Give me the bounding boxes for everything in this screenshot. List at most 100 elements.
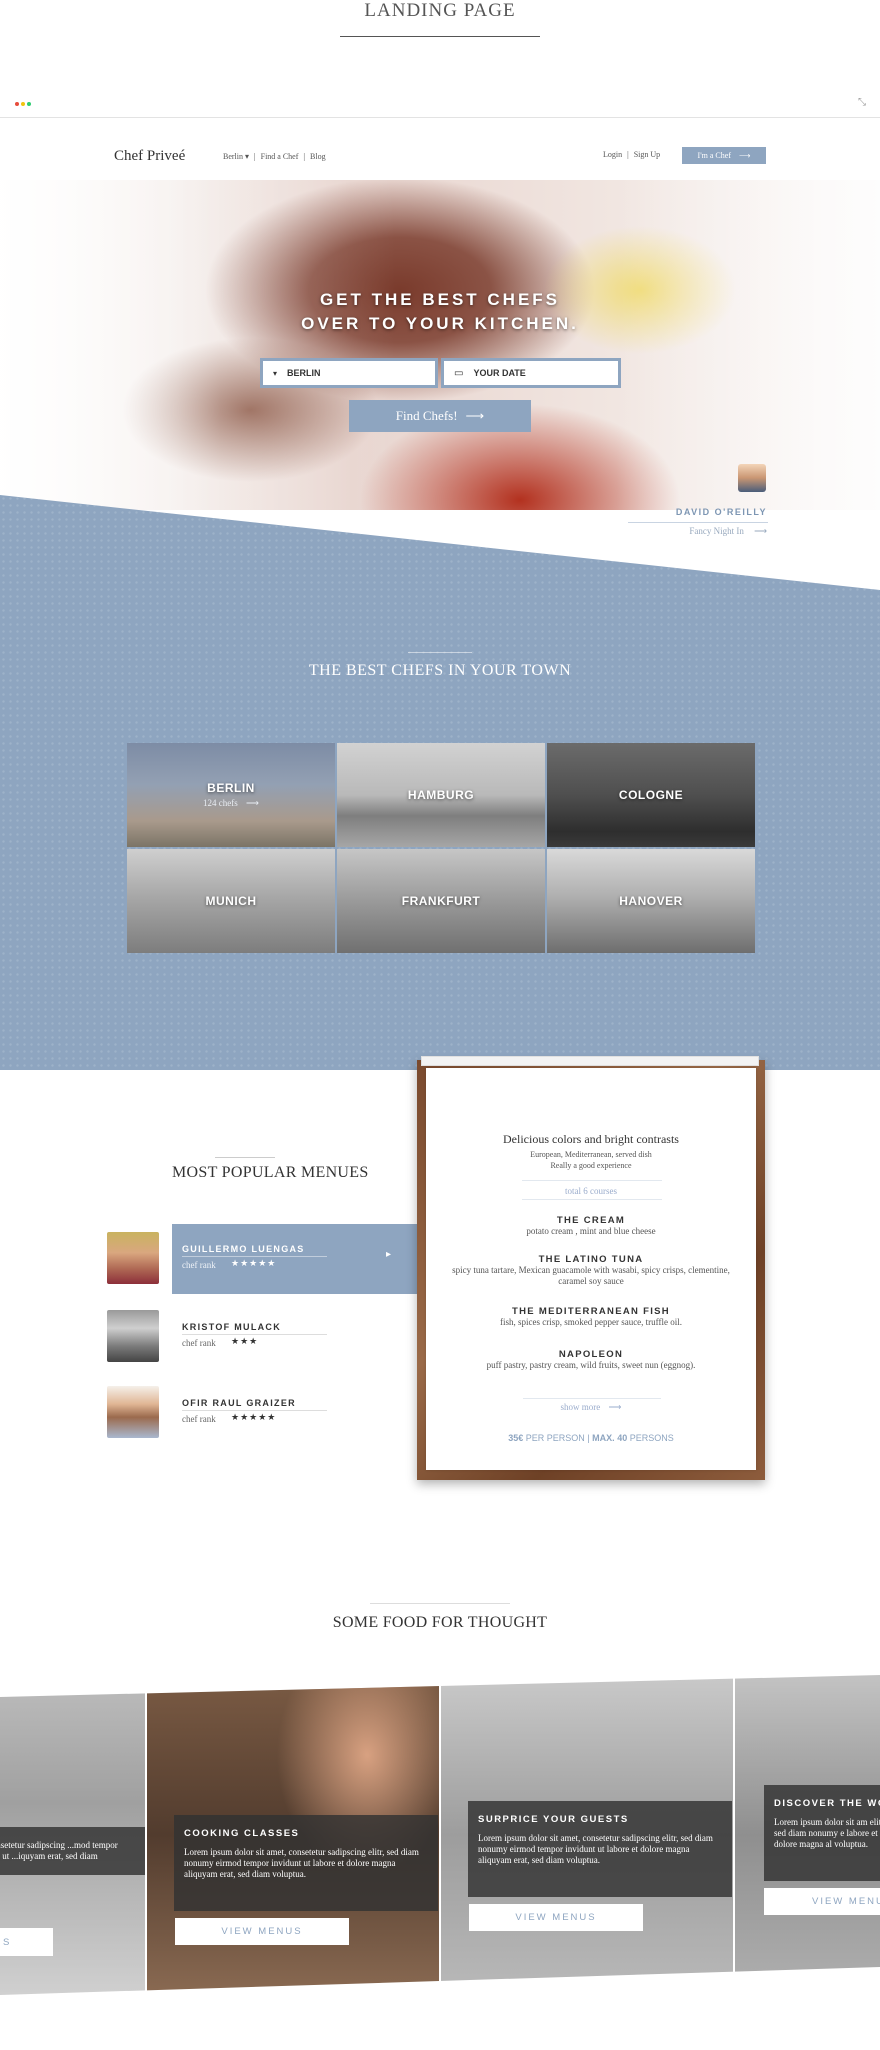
chef-list-item-active[interactable]: GUILLERMO LUENGAS chef rank ★★★★★ [107,1232,417,1284]
chef-avatar [107,1310,159,1362]
hero-fade-overlay [0,180,880,510]
signup-link[interactable]: Sign Up [634,150,660,159]
window-close-dot[interactable] [15,102,19,106]
auth-links: Login | Sign Up [603,150,660,159]
caret-down-icon: ▾ [245,152,250,161]
city-name: COLOGNE [618,788,684,802]
chef-rank-stars: ★★★★★ [231,1413,277,1423]
persons-label: PERSONS [629,1433,674,1443]
popular-menus-title: MOST POPULAR MENUES [172,1164,369,1181]
dish-description: spicy tuna tartare, Mexican guacamole wi… [452,1265,730,1286]
featured-chef-menu-link[interactable]: Fancy Night In ⟶ [620,526,767,537]
city-name: BERLIN [207,781,255,795]
chef-rank-stars: ★★★★★ [231,1259,277,1269]
menu-dish: THE MEDITERRANEAN FISH fish, spices cris… [426,1306,756,1328]
section-title-rule [215,1157,275,1158]
dish-name: THE MEDITERRANEAN FISH [512,1306,670,1317]
view-menus-button[interactable]: VIEW MENU [764,1888,880,1915]
chef-list-item[interactable]: KRISTOF MULACK chef rank ★★★ [107,1310,417,1362]
nav-city-dropdown[interactable]: Berlin ▾ [223,152,249,161]
city-chef-count-text: 124 chefs [203,798,238,808]
thought-card-caption: DISCOVER THE WO Lorem ipsum dolor sit am… [764,1785,880,1881]
menu-card-course-count: total 6 courses [565,1186,617,1196]
nav-link-blog[interactable]: Blog [310,152,326,161]
thought-card-surprise-guests[interactable]: SURPRICE YOUR GUESTS Lorem ipsum dolor s… [441,1675,733,1995]
view-menus-button[interactable]: VIEW MENUS [175,1918,349,1945]
site-logo[interactable]: Chef Priveé [114,148,185,165]
show-more-label: show more [560,1402,601,1412]
thought-card[interactable]: ...et, consetetur sadipscing ...mod temp… [0,1675,145,1995]
menu-card-divider [522,1180,662,1181]
chef-divider [182,1256,327,1257]
main-nav: Berlin ▾ | Find a Chef | Blog [223,152,326,161]
chef-avatar [107,1232,159,1284]
chef-name: OFIR RAUL GRAIZER [182,1398,296,1408]
section-title-rule [408,652,472,653]
menu-dish: THE CREAM potato cream , mint and blue c… [426,1215,756,1237]
chef-list-item[interactable]: OFIR RAUL GRAIZER chef rank ★★★★★ [107,1386,417,1438]
featured-chef-divider [628,522,768,523]
city-tile-munich[interactable]: MUNICH [127,849,335,953]
presentation-title: LANDING PAGE [364,0,516,21]
show-more-link[interactable]: show more ⟶ [426,1402,756,1413]
thought-card-text: ...et, consetetur sadipscing ...mod temp… [0,1840,118,1861]
dish-description: potato cream , mint and blue cheese [526,1226,656,1236]
city-name: FRANKFURT [401,894,481,908]
dish-name: THE LATINO TUNA [538,1254,644,1265]
featured-chef-avatar[interactable] [738,464,766,492]
arrow-right-icon: ⟶ [738,151,751,160]
calendar-icon: ▭ [454,367,464,379]
menu-dish: NAPOLEON puff pastry, pastry cream, wild… [426,1349,756,1371]
im-a-chef-label: I'm a Chef [697,151,731,160]
chef-avatar [107,1386,159,1438]
date-input[interactable]: ▭ YOUR DATE [441,358,621,388]
featured-chef-menu: Fancy Night In [689,526,744,536]
find-chefs-button[interactable]: Find Chefs! ⟶ [349,400,531,432]
city-chef-count: 124 chefs ⟶ [203,798,259,809]
thought-card-caption: COOKING CLASSES Lorem ipsum dolor sit am… [174,1815,438,1911]
thought-card-title: SURPRICE YOUR GUESTS [478,1814,629,1825]
fullscreen-icon[interactable]: ⤡ [858,97,866,108]
view-menus-button[interactable]: VIEW MENUS [469,1904,643,1931]
chef-rank-stars: ★★★ [231,1337,259,1347]
thought-card-caption: SURPRICE YOUR GUESTS Lorem ipsum dolor s… [468,1801,732,1897]
menu-card-title: Delicious colors and bright contrasts [503,1132,679,1146]
city-name: HAMBURG [407,788,475,802]
food-for-thought-title: SOME FOOD FOR THOUGHT [332,1614,548,1631]
max-label: MAX. [592,1433,615,1443]
chef-rank-label: chef rank [182,1338,216,1348]
arrow-right-icon: ⟶ [246,798,259,808]
city-name: HANOVER [619,894,683,908]
chef-name: GUILLERMO LUENGAS [182,1244,305,1254]
view-menus-button[interactable]: S [0,1928,53,1956]
caret-down-icon: ▾ [273,368,278,378]
section-title-rule [370,1603,510,1604]
menu-dish: THE LATINO TUNA spicy tuna tartare, Mexi… [426,1254,756,1287]
price-value: 35€ [508,1433,524,1443]
menu-card-subtitle: Really a good experience [550,1161,632,1170]
city-select[interactable]: ▾ BERLIN [260,358,438,388]
hero-headline-line2: OVER TO YOUR KITCHEN. [301,314,579,333]
hero-headline-line1: GET THE BEST CHEFS [319,290,561,309]
featured-chef-name[interactable]: DAVID O'REILLY [620,507,767,517]
city-tile-cologne[interactable]: COLOGNE [547,743,755,847]
window-minimize-dot[interactable] [21,102,25,106]
thought-card-discover[interactable]: DISCOVER THE WO Lorem ipsum dolor sit am… [735,1675,880,1995]
city-tile-hanover[interactable]: HANOVER [547,849,755,953]
nav-separator: | [303,152,306,161]
window-maximize-dot[interactable] [27,102,31,106]
thought-card-title: DISCOVER THE WO [774,1798,880,1809]
thought-card-text: Lorem ipsum dolor sit am elitr, sed diam… [774,1817,880,1849]
arrow-right-icon: ⟶ [608,1402,622,1412]
city-tile-hamburg[interactable]: HAMBURG [337,743,545,847]
city-name: MUNICH [205,894,257,908]
dish-description: puff pastry, pastry cream, wild fruits, … [486,1360,696,1370]
arrow-right-icon: ⟶ [465,408,485,423]
im-a-chef-button[interactable]: I'm a Chef ⟶ [682,147,766,164]
city-tile-frankfurt[interactable]: FRANKFURT [337,849,545,953]
login-link[interactable]: Login [603,150,622,159]
menu-card-divider [522,1199,662,1200]
city-tile-berlin[interactable]: BERLIN 124 chefs ⟶ [127,743,335,847]
thought-card-cooking-classes[interactable]: COOKING CLASSES Lorem ipsum dolor sit am… [147,1675,439,1995]
nav-link-find-chef[interactable]: Find a Chef [261,152,299,161]
